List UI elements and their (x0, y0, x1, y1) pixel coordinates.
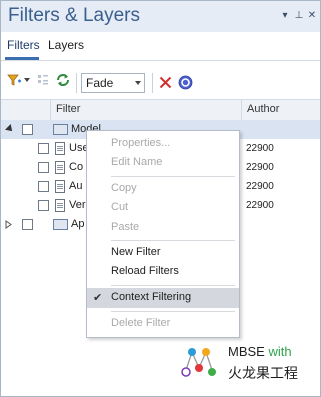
menu-item-label: Properties... (111, 137, 171, 149)
menu-item-edit-name[interactable]: Edit Name (87, 153, 239, 173)
menu-item-label: Paste (111, 221, 140, 233)
row-checkbox[interactable] (22, 124, 33, 135)
menu-item-label: New Filter (111, 246, 161, 258)
filters-layers-panel: Filters & Layers ▾ ⊥ ✕ Filters Layers Fa… (0, 0, 321, 397)
add-filter-dropdown-icon[interactable] (24, 78, 30, 82)
menu-item-context-filtering[interactable]: ✔ Context Filtering (87, 288, 239, 308)
folder-icon (53, 219, 68, 230)
filter-document-icon (55, 161, 65, 174)
options-icon[interactable] (35, 72, 51, 88)
menu-item-label: Delete Filter (111, 317, 171, 329)
refresh-icon[interactable] (55, 72, 71, 88)
row-author: 22900 (246, 200, 274, 211)
brand-subtitle: 火龙果工程 (228, 365, 298, 381)
column-divider (50, 100, 51, 120)
menu-item-label: Cut (111, 201, 129, 213)
brand-title: MBSE with (228, 344, 292, 359)
collapse-icon[interactable] (5, 124, 15, 134)
menu-separator (111, 311, 235, 312)
row-checkbox[interactable] (38, 200, 49, 211)
add-filter-icon[interactable] (6, 72, 22, 88)
panel-title: Filters & Layers (8, 5, 140, 26)
column-divider (241, 100, 242, 120)
menu-item-reload-filters[interactable]: Reload Filters (87, 262, 239, 282)
column-header-filter[interactable]: Filter (56, 103, 80, 115)
row-author: 22900 (246, 143, 274, 154)
menu-item-paste[interactable]: Paste (87, 218, 239, 238)
tab-strip: Filters Layers (1, 32, 320, 61)
row-name: Co (69, 161, 84, 173)
menu-item-cut[interactable]: Cut (87, 198, 239, 218)
menu-item-label: Context Filtering (111, 291, 192, 303)
column-header-author[interactable]: Author (247, 103, 279, 115)
menu-separator (111, 240, 235, 241)
toolbar-separator (152, 73, 153, 93)
close-button[interactable]: ✕ (307, 10, 317, 22)
menu-item-properties[interactable]: Properties... (87, 134, 239, 154)
menu-item-new-filter[interactable]: New Filter (87, 243, 239, 263)
pin-button[interactable]: ⊥ (294, 10, 304, 22)
row-checkbox[interactable] (22, 219, 33, 230)
menu-separator (111, 176, 235, 177)
toolbar-separator (76, 73, 77, 93)
row-name: Ver (69, 199, 86, 211)
delete-icon[interactable] (159, 76, 172, 89)
panel-menu-button[interactable]: ▾ (280, 10, 290, 22)
menu-item-delete-filter[interactable]: Delete Filter (87, 314, 239, 334)
folder-icon (53, 124, 68, 135)
tab-filters[interactable]: Filters (7, 38, 40, 52)
context-menu: Properties... Edit Name Copy Cut Paste N… (86, 130, 240, 338)
menu-item-label: Reload Filters (111, 265, 179, 277)
brand-logo (181, 348, 216, 377)
menu-item-label: Copy (111, 182, 137, 194)
row-checkbox[interactable] (38, 143, 49, 154)
active-tab-indicator (5, 57, 39, 60)
filter-document-icon (55, 199, 65, 212)
row-name: Au (69, 180, 83, 192)
menu-item-copy[interactable]: Copy (87, 179, 239, 199)
row-checkbox[interactable] (38, 162, 49, 173)
title-bar: Filters & Layers ▾ ⊥ ✕ (1, 1, 320, 32)
menu-separator (111, 285, 235, 286)
brand-mbse: MBSE (228, 344, 265, 359)
grid-header: Filter Author (1, 99, 320, 121)
expand-icon[interactable] (5, 220, 12, 229)
checkmark-icon: ✔ (93, 292, 103, 304)
row-author: 22900 (246, 181, 274, 192)
menu-item-label: Edit Name (111, 156, 163, 168)
mode-dropdown-value: Fade (86, 76, 114, 90)
row-author: 22900 (246, 162, 274, 173)
filter-document-icon (55, 180, 65, 193)
chevron-down-icon (135, 81, 141, 85)
row-name: Ap (71, 218, 85, 230)
tab-layers[interactable]: Layers (48, 38, 84, 52)
help-icon[interactable] (178, 75, 193, 90)
brand-with: with (264, 344, 292, 359)
row-checkbox[interactable] (38, 181, 49, 192)
mode-dropdown[interactable]: Fade (81, 73, 145, 93)
filter-document-icon (55, 142, 65, 155)
